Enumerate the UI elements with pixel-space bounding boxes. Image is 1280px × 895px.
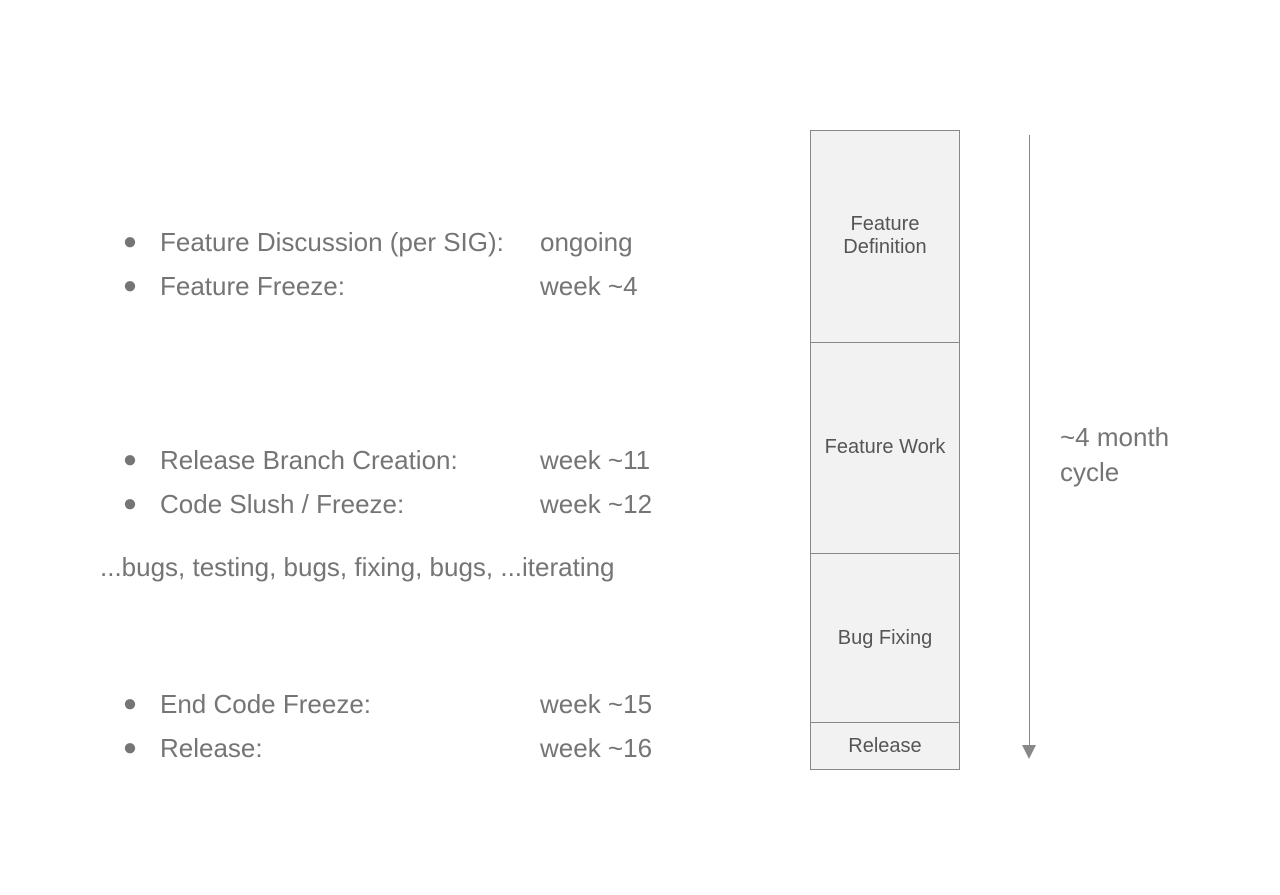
phase-cell: Feature Work bbox=[811, 342, 959, 554]
milestone-note-row: ...bugs, testing, bugs, fixing, bugs, ..… bbox=[100, 526, 740, 570]
milestone-value: week ~15 bbox=[540, 689, 740, 720]
milestone-note: ...bugs, testing, bugs, fixing, bugs, ..… bbox=[100, 552, 740, 583]
chevron-down-icon bbox=[1022, 745, 1036, 759]
bullet-icon: ● bbox=[100, 274, 160, 298]
milestone-value: week ~11 bbox=[540, 445, 740, 476]
milestone-label: Code Slush / Freeze: bbox=[160, 489, 540, 520]
milestone-value: week ~12 bbox=[540, 489, 740, 520]
phase-cell: Bug Fixing bbox=[811, 553, 959, 722]
cycle-label: ~4 month cycle bbox=[1060, 420, 1180, 490]
milestone-row: ● Feature Discussion (per SIG): ongoing bbox=[100, 220, 740, 264]
bullet-icon: ● bbox=[100, 448, 160, 472]
milestone-label: End Code Freeze: bbox=[160, 689, 540, 720]
milestone-row: ● Release: week ~16 bbox=[100, 726, 740, 770]
milestone-row: ● End Code Freeze: week ~15 bbox=[100, 682, 740, 726]
milestone-block: ● Feature Discussion (per SIG): ongoing … bbox=[100, 220, 740, 308]
timeline-arrow bbox=[1020, 135, 1040, 760]
arrow-line bbox=[1029, 135, 1030, 745]
milestone-label: Release: bbox=[160, 733, 540, 764]
bullet-icon: ● bbox=[100, 230, 160, 254]
milestone-label: Feature Freeze: bbox=[160, 271, 540, 302]
milestone-value: week ~4 bbox=[540, 271, 740, 302]
milestone-row: ● Release Branch Creation: week ~11 bbox=[100, 438, 740, 482]
phase-column: Feature Definition Feature Work Bug Fixi… bbox=[810, 130, 960, 770]
milestone-row: ● Feature Freeze: week ~4 bbox=[100, 264, 740, 308]
bullet-icon: ● bbox=[100, 692, 160, 716]
milestone-value: ongoing bbox=[540, 227, 740, 258]
slide-stage: ● Feature Discussion (per SIG): ongoing … bbox=[0, 0, 1280, 895]
milestone-label: Release Branch Creation: bbox=[160, 445, 540, 476]
bullet-icon: ● bbox=[100, 492, 160, 516]
phase-cell: Feature Definition bbox=[811, 131, 959, 342]
milestone-block: ● Release Branch Creation: week ~11 ● Co… bbox=[100, 438, 740, 570]
milestone-label: Feature Discussion (per SIG): bbox=[160, 227, 540, 258]
milestone-block: ● End Code Freeze: week ~15 ● Release: w… bbox=[100, 682, 740, 770]
phase-cell: Release bbox=[811, 722, 959, 769]
milestone-value: week ~16 bbox=[540, 733, 740, 764]
bullet-icon: ● bbox=[100, 736, 160, 760]
milestone-row: ● Code Slush / Freeze: week ~12 bbox=[100, 482, 740, 526]
